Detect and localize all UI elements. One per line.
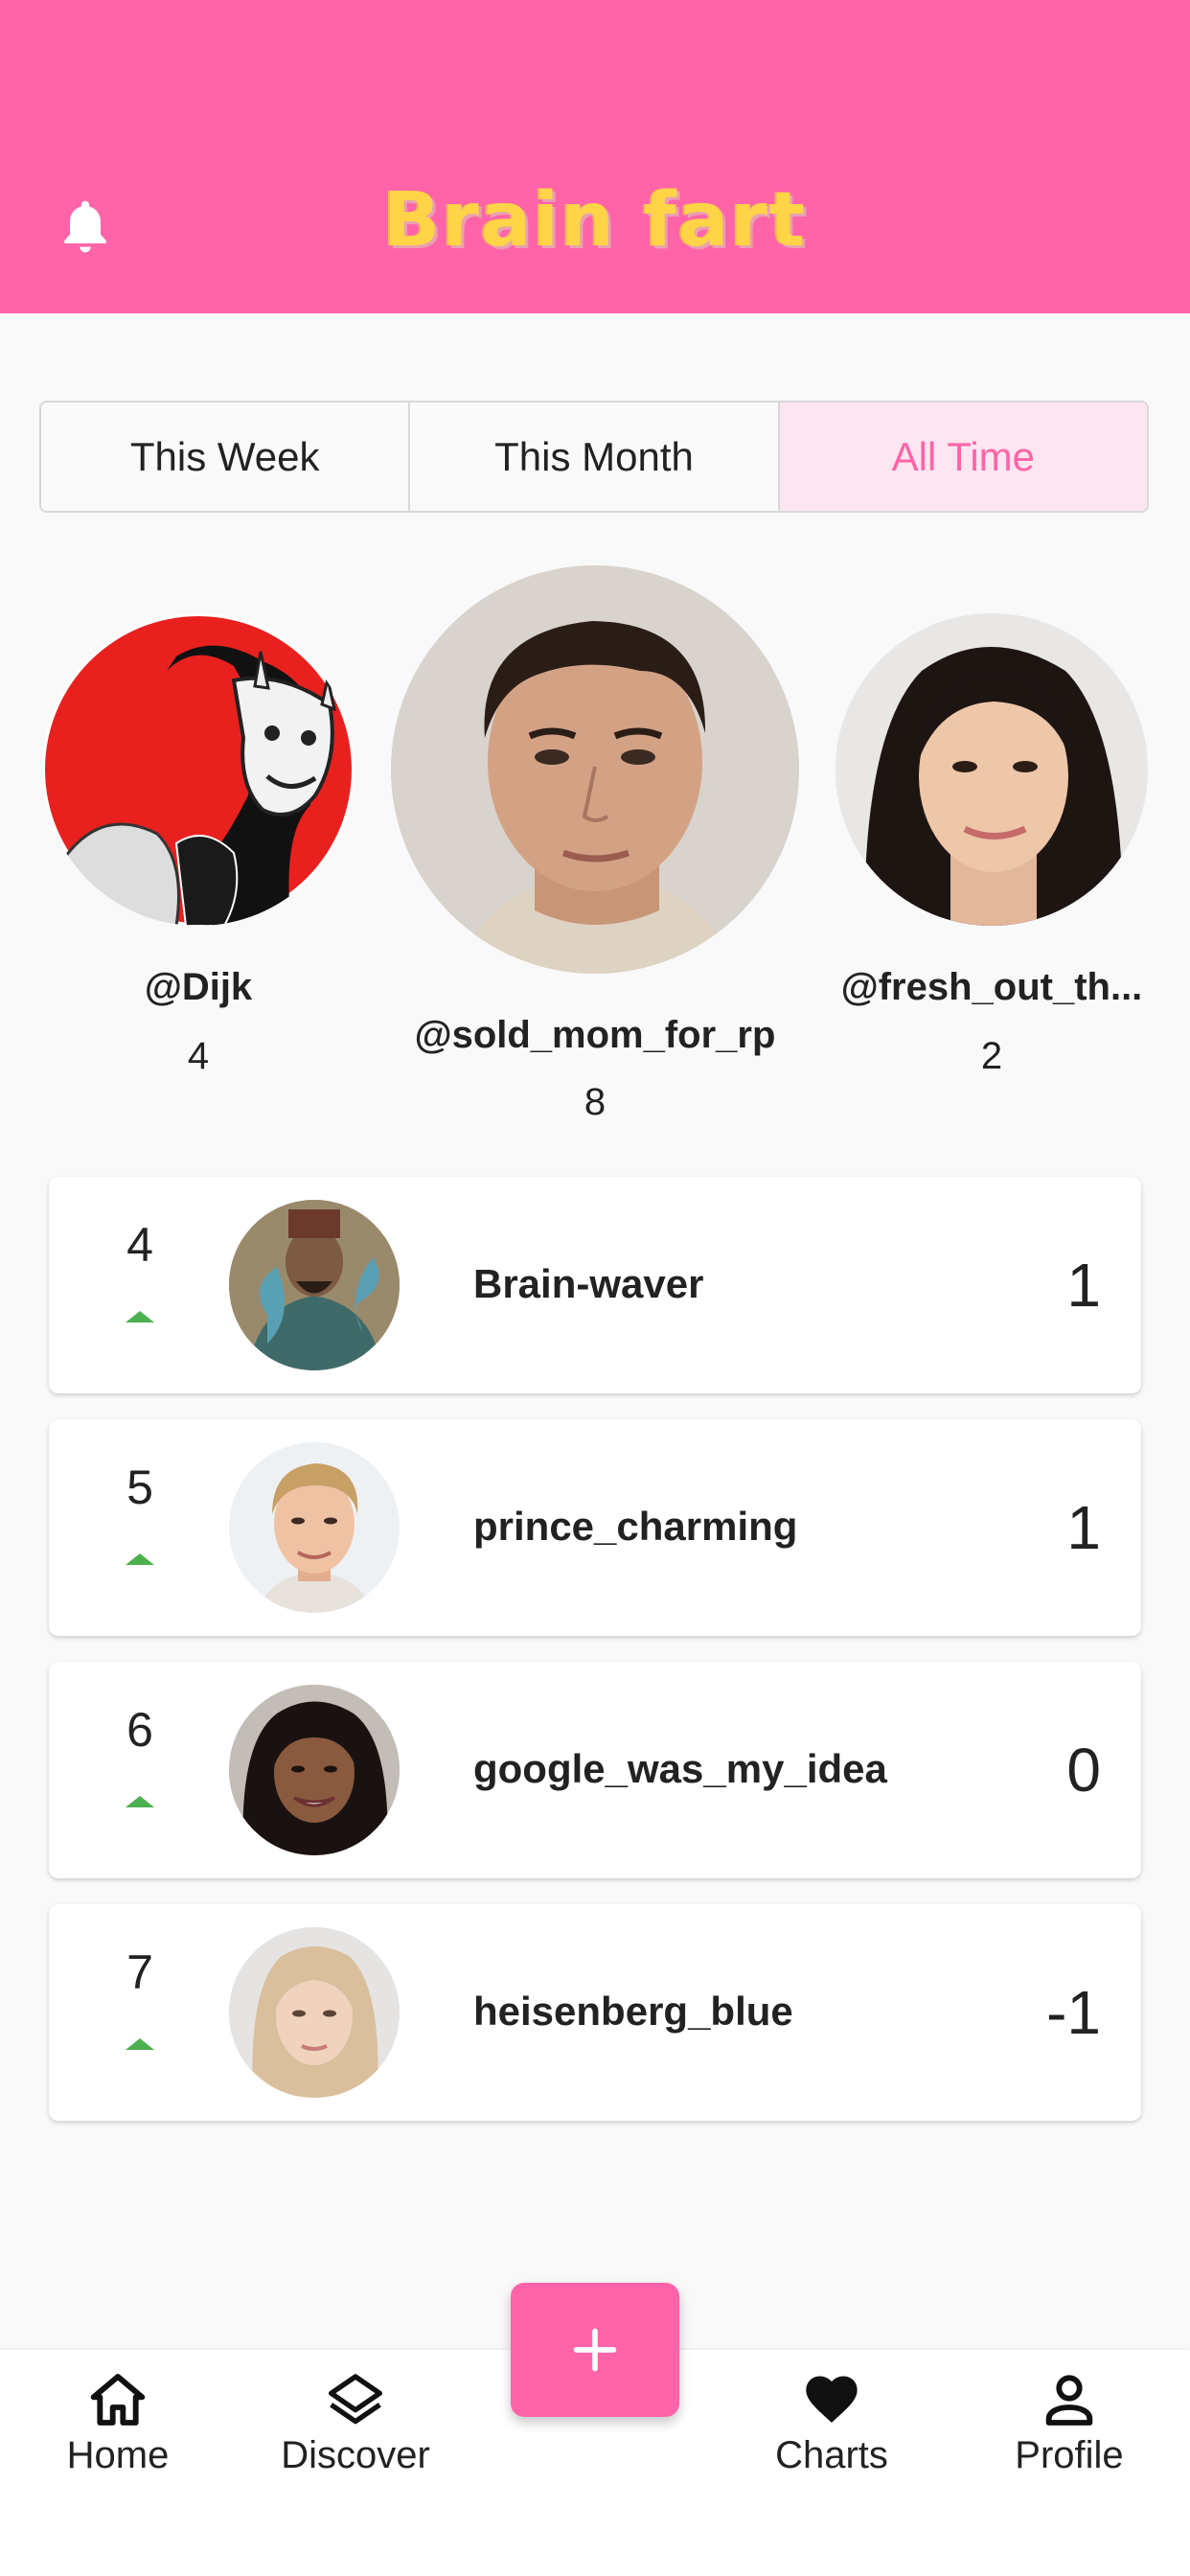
face-photo (229, 1927, 400, 2098)
plus-icon (573, 2328, 617, 2372)
nav-charts[interactable]: Charts (736, 2369, 927, 2477)
trend-up-icon (126, 2038, 154, 2050)
face-photo (229, 1442, 400, 1613)
app-title: Brain fart (382, 177, 808, 264)
mask-illustration-image (45, 616, 352, 926)
face-photo (391, 565, 799, 974)
user-score: 0 (1066, 1736, 1101, 1805)
statue-photo (229, 1200, 400, 1370)
home-icon (90, 2374, 146, 2426)
podium-name-first[interactable]: @sold_mom_for_rp (364, 1014, 826, 1057)
nav-profile[interactable]: Profile (973, 2369, 1165, 2477)
username: prince_charming (473, 1504, 798, 1549)
list-item[interactable]: 5 prince_charming 1 (49, 1419, 1141, 1636)
nav-home-label: Home (66, 2434, 170, 2476)
user-score: 1 (1066, 1493, 1101, 1562)
period-tabs: This Week This Month All Time (39, 401, 1149, 513)
nav-charts-label: Charts (775, 2434, 888, 2476)
user-score: -1 (1046, 1978, 1101, 2047)
add-button[interactable] (511, 2283, 679, 2417)
podium-avatar-second[interactable] (42, 613, 355, 926)
username: Brain-waver (473, 1261, 704, 1306)
rank-number: 7 (126, 1945, 153, 1999)
layers-icon (329, 2374, 382, 2425)
podium-score-third: 2 (980, 1035, 1003, 1077)
podium-name-second[interactable]: @Dijk (42, 966, 355, 1009)
app-header: Brain fart (0, 0, 1190, 313)
list-item[interactable]: 4 Brain-waver 1 (49, 1177, 1141, 1393)
face-photo (835, 613, 1148, 926)
podium-name-third[interactable]: @fresh_out_th... (826, 966, 1157, 1009)
trend-up-icon (126, 1311, 154, 1322)
avatar[interactable] (229, 1927, 400, 2098)
nav-home[interactable]: Home (22, 2369, 214, 2477)
user-score: 1 (1066, 1251, 1101, 1320)
avatar[interactable] (229, 1685, 400, 1855)
nav-profile-label: Profile (1015, 2434, 1124, 2476)
trend-up-icon (126, 1796, 154, 1807)
nav-discover[interactable]: Discover (260, 2369, 451, 2477)
tab-this-month[interactable]: This Month (410, 402, 780, 511)
username: google_was_my_idea (473, 1746, 887, 1791)
tab-this-week[interactable]: This Week (41, 402, 411, 511)
avatar[interactable] (229, 1442, 400, 1613)
rank-number: 5 (126, 1460, 153, 1514)
rank-number: 4 (126, 1218, 153, 1272)
nav-discover-label: Discover (281, 2434, 430, 2476)
podium-score-first: 8 (584, 1081, 606, 1123)
trend-up-icon (126, 1553, 154, 1565)
podium-avatar-third[interactable] (835, 613, 1148, 926)
face-photo (229, 1685, 400, 1855)
heart-icon (806, 2376, 858, 2423)
tab-all-time[interactable]: All Time (779, 402, 1147, 511)
podium-score-second: 4 (187, 1035, 210, 1077)
list-item[interactable]: 7 heisenberg_blue -1 (49, 1904, 1141, 2121)
avatar[interactable] (229, 1200, 400, 1370)
person-icon (1045, 2375, 1093, 2426)
podium-avatar-first[interactable] (391, 565, 799, 974)
list-item[interactable]: 6 google_was_my_idea 0 (49, 1662, 1141, 1878)
username: heisenberg_blue (473, 1989, 793, 2034)
rank-number: 6 (126, 1703, 153, 1757)
